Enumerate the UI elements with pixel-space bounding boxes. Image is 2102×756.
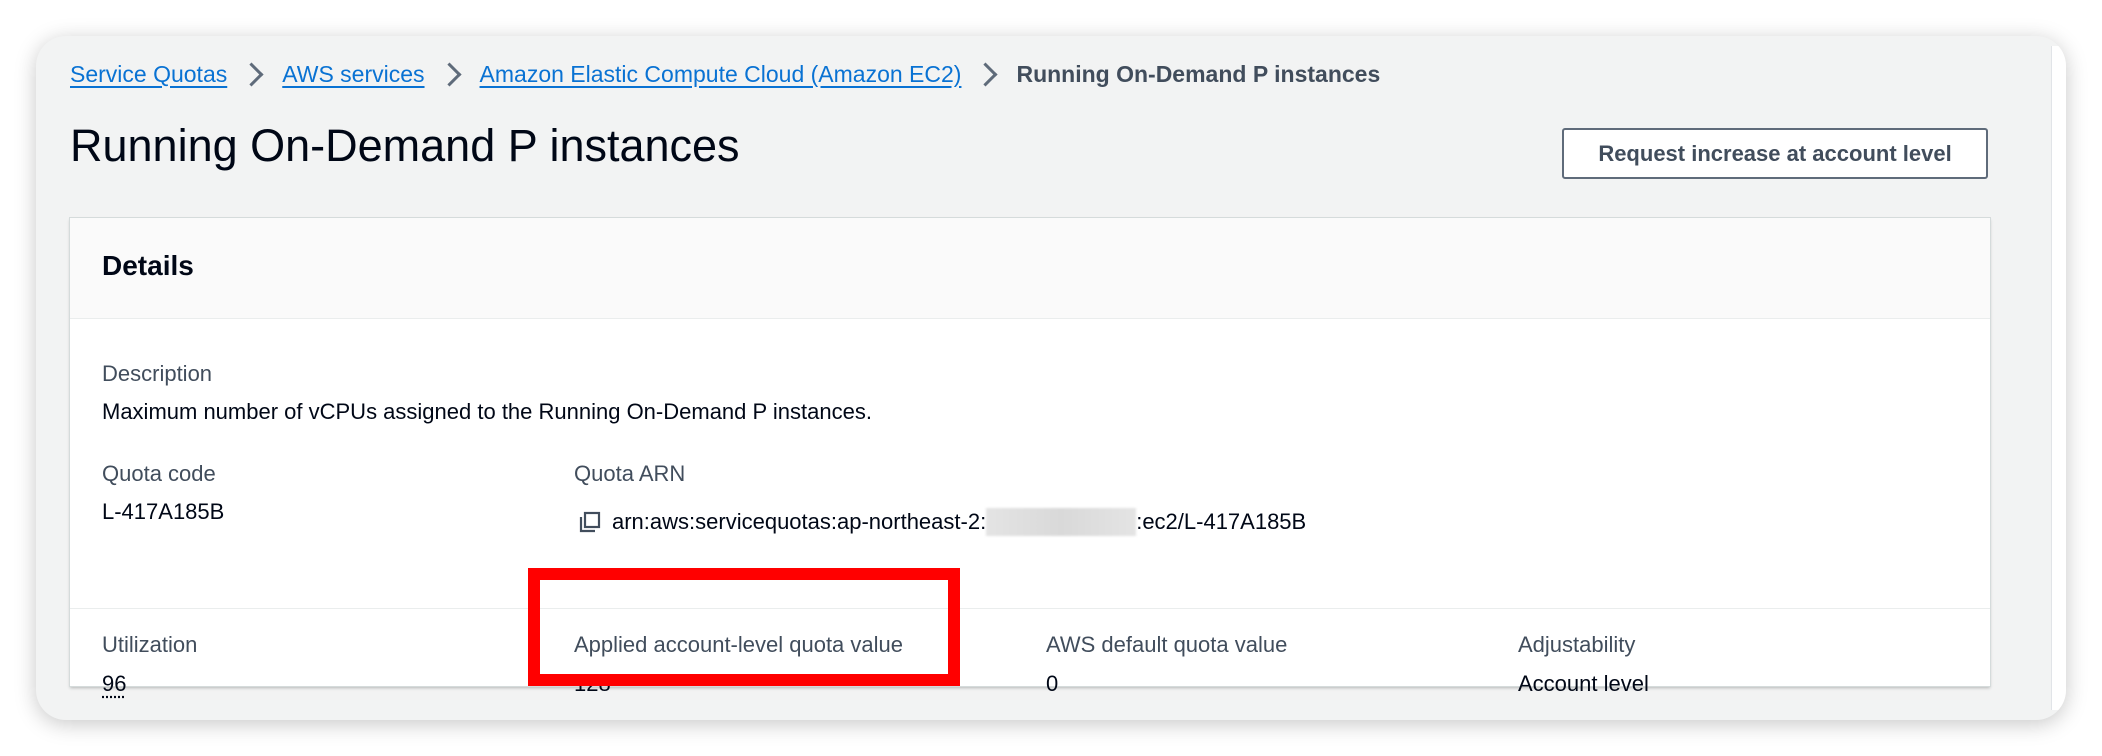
- page-title: Running On-Demand P instances: [70, 120, 740, 171]
- chevron-right-icon: [437, 61, 462, 87]
- adjustability-value: Account level: [1518, 671, 1649, 696]
- quota-arn-value: arn:aws:servicequotas:ap-northeast-2: :e…: [578, 508, 1306, 536]
- breadcrumb-current: Running On-Demand P instances: [1016, 60, 1381, 87]
- chevron-right-icon: [973, 61, 998, 87]
- highlight-annotation: [528, 568, 960, 686]
- details-panel-header: Details: [70, 218, 1990, 319]
- copy-icon[interactable]: [578, 510, 602, 534]
- default-quota-value: 0: [1046, 671, 1059, 696]
- breadcrumb: Service Quotas AWS services Amazon Elast…: [70, 56, 1380, 92]
- quota-arn-prefix: arn:aws:servicequotas:ap-northeast-2:: [612, 509, 987, 534]
- section-divider: [70, 608, 1990, 609]
- default-quota-label: AWS default quota value: [1046, 632, 1288, 657]
- utilization-label: Utilization: [102, 632, 198, 657]
- quota-code-value: L-417A185B: [102, 499, 225, 524]
- quota-arn-suffix: :ec2/L-417A185B: [1136, 509, 1307, 534]
- details-panel: Details Description Maximum number of vC…: [70, 218, 1990, 696]
- details-title: Details: [102, 250, 194, 281]
- breadcrumb-service-quotas[interactable]: Service Quotas: [70, 61, 227, 88]
- adjustability-label: Adjustability: [1518, 632, 1636, 657]
- utilization-value[interactable]: 96: [102, 671, 126, 697]
- description-label: Description: [102, 361, 213, 386]
- quota-arn-label: Quota ARN: [574, 461, 686, 486]
- breadcrumb-amazon-ec2[interactable]: Amazon Elastic Compute Cloud (Amazon EC2…: [480, 61, 962, 88]
- request-increase-button[interactable]: Request increase at account level: [1562, 128, 1988, 179]
- description-value: Maximum number of vCPUs assigned to the …: [102, 399, 872, 424]
- breadcrumb-aws-services[interactable]: AWS services: [282, 61, 424, 88]
- browser-window: Service Quotas AWS services Amazon Elast…: [36, 36, 2066, 720]
- redacted-account-id: [986, 508, 1137, 536]
- scrollbar[interactable]: [2051, 46, 2066, 710]
- quota-code-label: Quota code: [102, 461, 216, 486]
- chevron-right-icon: [239, 61, 264, 87]
